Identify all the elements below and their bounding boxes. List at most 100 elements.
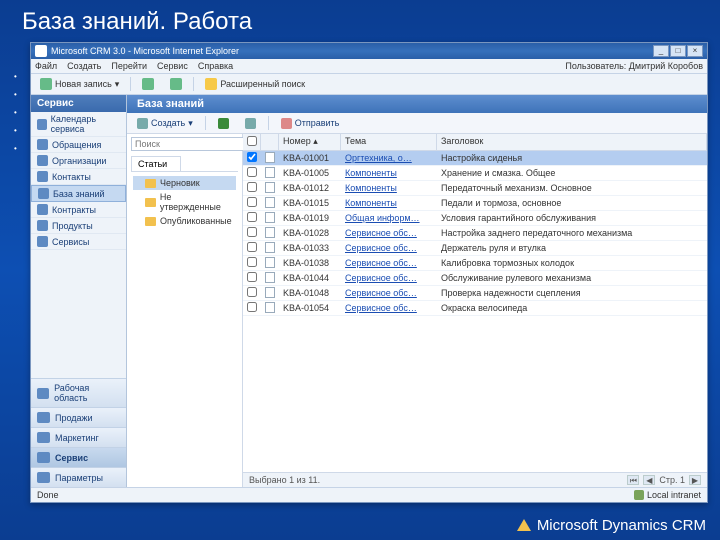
document-icon — [265, 287, 275, 298]
table-row[interactable]: KBA-01019Общая информ…Условия гарантийно… — [243, 211, 707, 226]
row-tema[interactable]: Компоненты — [341, 167, 437, 179]
page-label: Стр. 1 — [659, 475, 685, 485]
row-tema[interactable]: Сервисное обс… — [341, 242, 437, 254]
row-checkbox[interactable] — [247, 302, 257, 312]
table-row[interactable]: KBA-01048Сервисное обс…Проверка надежнос… — [243, 286, 707, 301]
prev-page-button[interactable]: ◀ — [643, 475, 655, 485]
module-settings[interactable]: Параметры — [31, 467, 126, 487]
table-row[interactable]: KBA-01005КомпонентыХранение и смазка. Об… — [243, 166, 707, 181]
col-number[interactable]: Номер ▴ — [279, 134, 341, 150]
row-icon-cell — [261, 286, 279, 301]
row-tema[interactable]: Компоненты — [341, 197, 437, 209]
security-zone: Local intranet — [634, 490, 701, 500]
kb-tool-2[interactable] — [241, 117, 260, 130]
row-checkbox[interactable] — [247, 197, 257, 207]
row-checkbox[interactable] — [247, 227, 257, 237]
send-button[interactable]: Отправить — [277, 117, 344, 130]
folder-drafts[interactable]: Черновик — [133, 176, 236, 190]
row-tema[interactable]: Общая информ… — [341, 212, 437, 224]
menu-help[interactable]: Справка — [198, 61, 233, 71]
menu-service[interactable]: Сервис — [157, 61, 188, 71]
folder-unapproved[interactable]: Не утвержденные — [133, 190, 236, 214]
row-check[interactable] — [243, 301, 261, 315]
table-row[interactable]: KBA-01028Сервисное обс…Настройка заднего… — [243, 226, 707, 241]
articles-tab[interactable]: Статьи — [131, 156, 181, 171]
row-tema[interactable]: Сервисное обс… — [341, 257, 437, 269]
table-row[interactable]: KBA-01001Оргтехника, о…Настройка сиденья — [243, 151, 707, 166]
table-row[interactable]: KBA-01033Сервисное обс…Держатель руля и … — [243, 241, 707, 256]
module-label: Сервис — [55, 453, 88, 463]
col-zag[interactable]: Заголовок — [437, 134, 707, 150]
nav-item-accounts[interactable]: Организации — [31, 153, 126, 169]
row-check[interactable] — [243, 271, 261, 285]
select-all-checkbox[interactable] — [247, 136, 257, 146]
row-check[interactable] — [243, 241, 261, 255]
advanced-search-button[interactable]: Расширенный поиск — [200, 76, 310, 92]
row-checkbox[interactable] — [247, 272, 257, 282]
menu-create[interactable]: Создать — [67, 61, 101, 71]
row-title: Хранение и смазка. Общее — [437, 167, 707, 179]
row-check[interactable] — [243, 226, 261, 240]
table-row[interactable]: KBA-01044Сервисное обс…Обслуживание руле… — [243, 271, 707, 286]
module-service[interactable]: Сервис — [31, 447, 126, 467]
row-tema[interactable]: Компоненты — [341, 182, 437, 194]
contracts-icon — [37, 204, 48, 215]
row-tema[interactable]: Сервисное обс… — [341, 227, 437, 239]
row-tema[interactable]: Сервисное обс… — [341, 287, 437, 299]
folder-published[interactable]: Опубликованные — [133, 214, 236, 228]
table-row[interactable]: KBA-01054Сервисное обс…Окраска велосипед… — [243, 301, 707, 316]
table-row[interactable]: KBA-01015КомпонентыПедали и тормоза, осн… — [243, 196, 707, 211]
nav-item-label: Контакты — [52, 172, 91, 182]
grid-body: KBA-01001Оргтехника, о…Настройка сиденья… — [243, 151, 707, 472]
row-tema[interactable]: Сервисное обс… — [341, 272, 437, 284]
nav-item-calendar[interactable]: Календарь сервиса — [31, 112, 126, 137]
table-row[interactable]: KBA-01038Сервисное обс…Калибровка тормоз… — [243, 256, 707, 271]
minimize-button[interactable]: _ — [653, 45, 669, 57]
col-check[interactable] — [243, 134, 261, 150]
row-check[interactable] — [243, 286, 261, 300]
row-checkbox[interactable] — [247, 182, 257, 192]
row-checkbox[interactable] — [247, 287, 257, 297]
brand-text: Microsoft Dynamics CRM — [537, 517, 706, 534]
row-check[interactable] — [243, 166, 261, 180]
row-checkbox[interactable] — [247, 242, 257, 252]
module-workspace[interactable]: Рабочая область — [31, 378, 126, 407]
nav-item-contacts[interactable]: Контакты — [31, 169, 126, 185]
nav-item-products[interactable]: Продукты — [31, 218, 126, 234]
nav-item-kb[interactable]: База знаний — [31, 185, 126, 202]
search-input[interactable] — [131, 137, 256, 151]
row-check[interactable] — [243, 151, 261, 165]
row-check[interactable] — [243, 211, 261, 225]
toolbar-icon-2[interactable] — [165, 76, 187, 92]
new-record-button[interactable]: Новая запись ▾ — [35, 76, 124, 92]
module-sales[interactable]: Продажи — [31, 407, 126, 427]
row-check[interactable] — [243, 256, 261, 270]
menu-goto[interactable]: Перейти — [111, 61, 147, 71]
module-marketing[interactable]: Маркетинг — [31, 427, 126, 447]
row-check[interactable] — [243, 181, 261, 195]
col-tema[interactable]: Тема — [341, 134, 437, 150]
nav-item-cases[interactable]: Обращения — [31, 137, 126, 153]
row-checkbox[interactable] — [247, 257, 257, 267]
document-icon — [265, 167, 275, 178]
next-page-button[interactable]: ▶ — [689, 475, 701, 485]
folder-label: Не утвержденные — [160, 192, 234, 212]
row-checkbox[interactable] — [247, 152, 257, 162]
row-check[interactable] — [243, 196, 261, 210]
maximize-button[interactable]: □ — [670, 45, 686, 57]
row-checkbox[interactable] — [247, 212, 257, 222]
row-tema[interactable]: Сервисное обс… — [341, 302, 437, 314]
nav-item-services[interactable]: Сервисы — [31, 234, 126, 250]
table-row[interactable]: KBA-01012КомпонентыПередаточный механизм… — [243, 181, 707, 196]
send-label: Отправить — [295, 118, 340, 128]
menu-file[interactable]: Файл — [35, 61, 57, 71]
pager: ⏮ ◀ Стр. 1 ▶ — [627, 475, 701, 485]
close-button[interactable]: × — [687, 45, 703, 57]
nav-item-contracts[interactable]: Контракты — [31, 202, 126, 218]
toolbar-icon-1[interactable] — [137, 76, 159, 92]
row-tema[interactable]: Оргтехника, о… — [341, 152, 437, 164]
kb-tool-1[interactable] — [214, 117, 233, 130]
row-checkbox[interactable] — [247, 167, 257, 177]
create-button[interactable]: Создать ▾ — [133, 117, 197, 130]
first-page-button[interactable]: ⏮ — [627, 475, 639, 485]
